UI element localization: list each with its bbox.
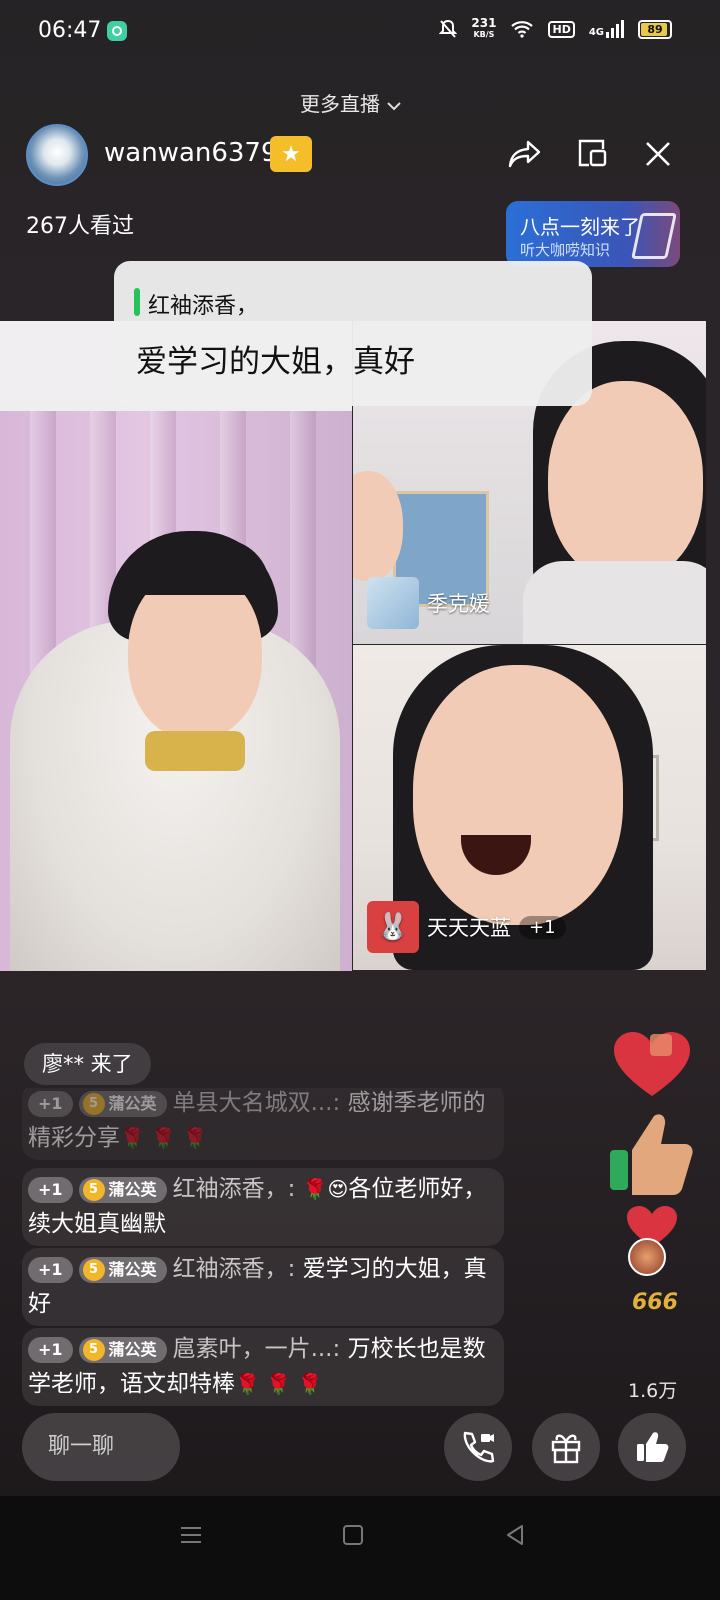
join-notice: 廖** 来了 [24, 1043, 151, 1085]
guest1-name-tag[interactable]: 季克媛 [367, 577, 490, 629]
gift-button[interactable] [532, 1413, 600, 1481]
video-call-button[interactable] [444, 1413, 512, 1481]
small-window-button[interactable] [572, 134, 612, 174]
chat-message: +1 5 蒲公英 单县大名城双...: 感谢季老师的精彩分享🌹 🌹 🌹 [22, 1088, 504, 1160]
guest2-name-tag[interactable]: 🐰 天天天蓝 +1 [367, 901, 566, 953]
thumbs-up-icon [637, 1432, 669, 1462]
guest2-name: 天天天蓝 [427, 916, 511, 940]
mute-bell-icon [439, 19, 458, 38]
fan-label: 蒲公英 [108, 1179, 157, 1199]
like-button[interactable] [618, 1413, 686, 1481]
star-icon: 5 [82, 1179, 105, 1201]
fan-badge: 5 蒲公英 [78, 1090, 167, 1117]
gift-sender-avatar [628, 1238, 666, 1276]
star-icon: 5 [82, 1093, 105, 1115]
rose-emoji: 🌹 🌹 🌹 [235, 1372, 323, 1396]
popup-author: 红袖添香， [148, 294, 259, 319]
network-type: 4G [588, 27, 604, 38]
signal-icon: 4G [589, 20, 624, 38]
picture-in-picture-icon [578, 139, 607, 167]
chat-list[interactable]: +1 5 蒲公英 单县大名城双...: 感谢季老师的精彩分享🌹 🌹 🌹 +1 5 蒲公英红… [22, 1088, 506, 1406]
chevron-down-icon [387, 102, 402, 111]
plus-badge: +1 [28, 1090, 73, 1117]
six-six-six-effect: 666 [632, 1290, 678, 1315]
promo-subtitle: 听大咖唠知识 [520, 241, 611, 259]
thumbs-up-icon [610, 1114, 693, 1195]
nav-home-button[interactable] [338, 1520, 368, 1550]
wifi-icon [511, 21, 534, 38]
guest1-face [548, 381, 703, 581]
hd-icon: HD [548, 20, 575, 38]
like-count: 1.6万 [628, 1380, 678, 1402]
net-speed-value: 231 [471, 16, 497, 30]
guest1-name: 季克媛 [427, 592, 490, 616]
fan-badge: 5 蒲公英 [78, 1176, 167, 1203]
nav-back-button[interactable] [500, 1520, 530, 1550]
chat-message: +1 5 蒲公英 红袖添香，: 爱学习的大姐，真好 [22, 1248, 504, 1326]
promo-title: 八点一刻来了 [520, 215, 640, 239]
comment-popup: 红袖添香， 爱学习的大姐，真好 [114, 261, 592, 406]
host-avatar[interactable] [26, 124, 88, 186]
chat-nick: 红袖添香，: [172, 1176, 296, 1202]
chat-input[interactable]: 聊一聊 [22, 1413, 180, 1481]
share-button[interactable] [505, 134, 545, 174]
guest1-avatar [367, 577, 419, 629]
popup-accent-bar [134, 288, 140, 316]
star-icon: 5 [82, 1259, 105, 1281]
guest1-shirt [523, 561, 706, 644]
host-video-tile[interactable] [0, 321, 352, 971]
status-icons: 231 KB/S HD 4G 89 [439, 16, 672, 40]
status-time: 06:47 [38, 18, 102, 43]
share-icon [508, 140, 541, 168]
guest-video-tile-2[interactable]: 🐰 天天天蓝 +1 [353, 645, 706, 970]
close-icon [646, 142, 670, 166]
nav-menu-button[interactable] [176, 1520, 206, 1550]
chat-message: +1 5 蒲公英 扈素叶，一片...: 万校长也是数学老师，语文却特棒🌹 🌹 🌹 [22, 1328, 504, 1406]
net-speed: 231 KB/S [471, 16, 497, 40]
rose-emoji: 🌹 🌹 🌹 [120, 1126, 208, 1150]
status-bar: 06:47 231 KB/S HD 4G 89 [0, 0, 720, 62]
host-bangs [120, 539, 270, 595]
chat-nick: 单县大名城双...: [172, 1090, 341, 1116]
more-live-button[interactable]: 更多直播 [300, 88, 402, 117]
star-icon: 5 [82, 1339, 105, 1361]
plus-badge: +1 [28, 1176, 73, 1203]
host-username[interactable]: wanwan6379 [104, 138, 278, 168]
battery-icon: 89 [638, 19, 672, 39]
more-live-label: 更多直播 [300, 92, 380, 116]
chat-nick: 红袖添香，: [172, 1256, 296, 1282]
popup-message: 爱学习的大姐，真好 [136, 344, 415, 380]
rose-smile-emoji: 🌹😍 [302, 1177, 349, 1201]
menu-icon [181, 1527, 201, 1543]
fan-badge: 5 蒲公英 [78, 1256, 167, 1283]
guest2-avatar: 🐰 [367, 901, 419, 953]
chat-message: +1 5 蒲公英 红袖添香，: 🌹😍各位老师好，续大姐真幽默 [22, 1168, 504, 1246]
fan-badge: 5 蒲公英 [78, 1336, 167, 1363]
phone-video-icon [463, 1431, 495, 1463]
net-speed-unit: KB/S [473, 30, 495, 39]
chat-nick: 扈素叶，一片...: [172, 1336, 341, 1362]
notification-app-icon [107, 21, 127, 41]
gift-icon [551, 1434, 581, 1464]
star-badge-icon[interactable]: ★ [270, 136, 312, 172]
back-triangle-icon [507, 1525, 523, 1545]
promo-banner[interactable]: 八点一刻来了 听大咖唠知识 [506, 201, 680, 267]
fan-label: 蒲公英 [108, 1259, 157, 1279]
battery-level: 89 [647, 22, 663, 36]
plus-badge: +1 [28, 1256, 73, 1283]
home-square-icon [343, 1525, 363, 1545]
guest2-plus-badge: +1 [519, 915, 566, 939]
close-button[interactable] [638, 134, 678, 174]
guest2-face [413, 665, 623, 925]
heart-icon [614, 1032, 690, 1096]
fan-label: 蒲公英 [108, 1093, 157, 1113]
fan-label: 蒲公英 [108, 1339, 157, 1359]
plus-badge: +1 [28, 1336, 73, 1363]
yellow-scarf [145, 731, 245, 771]
viewer-count: 267人看过 [26, 214, 134, 239]
